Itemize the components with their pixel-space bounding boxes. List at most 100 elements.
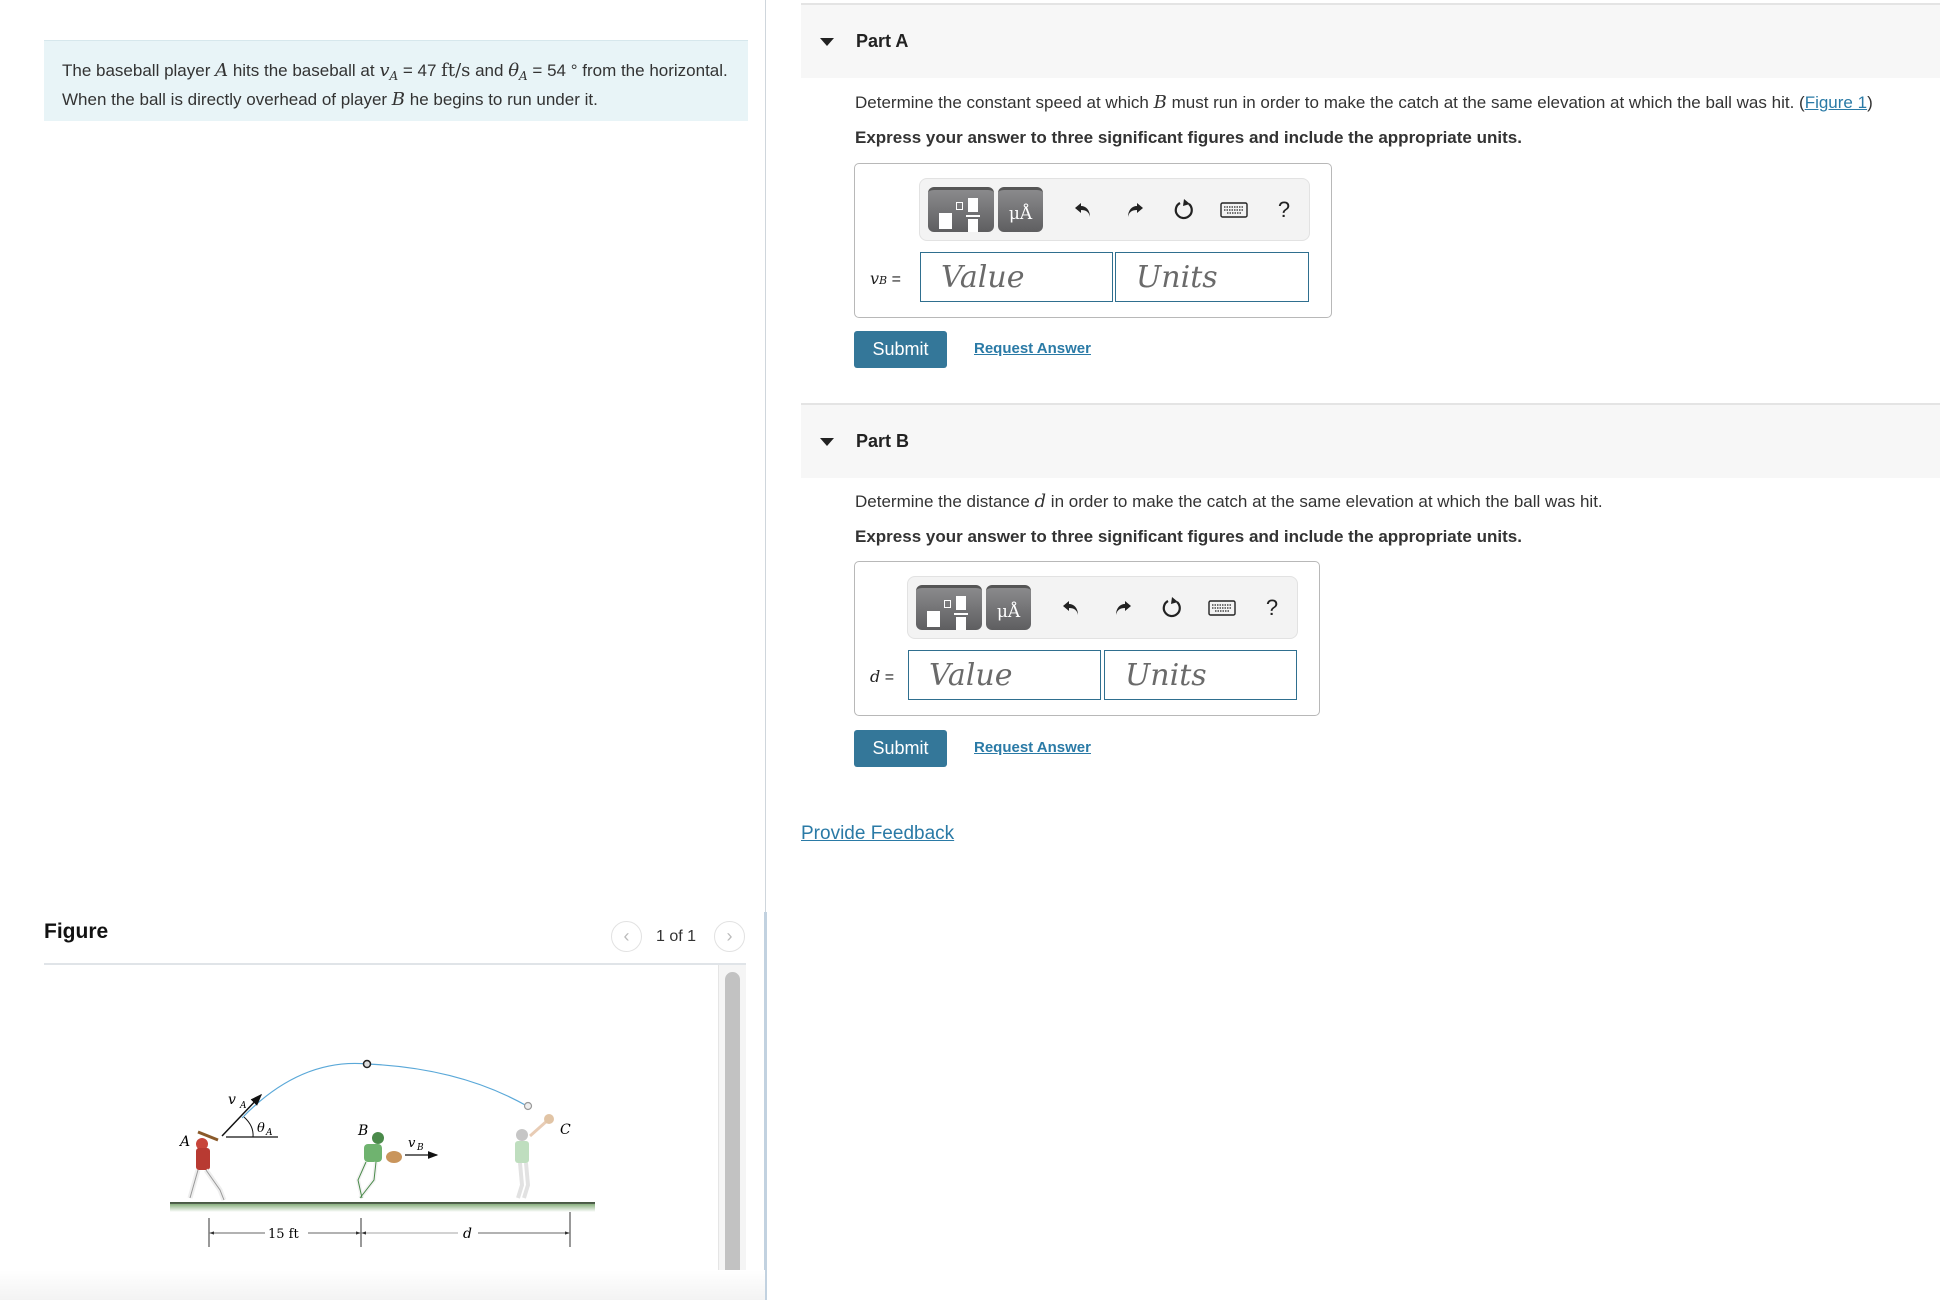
figure-counter: 1 of 1 [656, 928, 697, 945]
label-var: d [870, 667, 881, 686]
part-b-title: Part B [856, 431, 910, 451]
ball-trajectory [241, 1062, 528, 1119]
theta-label: θ [257, 1121, 265, 1136]
figure-next-button[interactable]: › [714, 921, 745, 952]
part-a-title: Part A [856, 31, 909, 51]
part-a-header[interactable]: Part A [801, 3, 1940, 78]
vb-sub-label: B [416, 1143, 424, 1153]
part-b-header[interactable]: Part B [801, 403, 1940, 478]
help-icon: ? [1277, 196, 1291, 222]
part-a-answer-label: vB = [870, 269, 901, 289]
redo-icon [1116, 600, 1131, 615]
problem-text: and [470, 61, 509, 80]
redo-button[interactable] [1109, 199, 1159, 221]
redo-button[interactable] [1097, 597, 1147, 619]
figure-divider [44, 963, 746, 965]
keyboard-icon [1220, 201, 1248, 218]
dim-15ft-label: 15 ft [268, 1227, 299, 1242]
bottom-edge [0, 1270, 765, 1300]
prompt-text: Determine the distance [855, 492, 1035, 511]
vb-label: v [408, 1136, 416, 1151]
label-a: A [178, 1134, 190, 1150]
part-a-instruction: Express your answer to three significant… [855, 128, 1522, 147]
part-b-submit-button[interactable]: Submit [854, 730, 947, 767]
label-eq: = [887, 271, 901, 288]
keyboard-button[interactable] [1197, 599, 1247, 616]
prompt-text: ) [1867, 93, 1873, 112]
templates-button[interactable] [916, 585, 982, 630]
angle-arc [243, 1116, 254, 1138]
chevron-right-icon: › [726, 926, 733, 946]
figure-scrollbar-thumb[interactable] [725, 972, 740, 1300]
label-c: C [560, 1122, 571, 1138]
reset-button[interactable] [1159, 198, 1209, 222]
undo-button[interactable] [1059, 199, 1109, 221]
reset-icon [1162, 596, 1181, 617]
undo-button[interactable] [1047, 597, 1097, 619]
player-c-figure [515, 1114, 554, 1199]
dim-d-label: d [463, 1226, 472, 1242]
part-b-value-input[interactable] [908, 650, 1101, 700]
theta-sub: A [519, 69, 528, 83]
ball-catch [523, 1101, 533, 1111]
problem-statement: The baseball player A hits the baseball … [44, 40, 748, 121]
column-resize-handle[interactable] [764, 912, 767, 1300]
templates-button[interactable] [928, 187, 994, 232]
part-b-request-answer-link[interactable]: Request Answer [974, 739, 1091, 756]
label-eq: = [880, 669, 895, 686]
help-icon: ? [1265, 594, 1279, 620]
part-a-submit-button[interactable]: Submit [854, 331, 947, 368]
label-sub: B [879, 274, 888, 287]
reset-icon [1174, 198, 1193, 219]
ball-apex [362, 1059, 372, 1069]
figure-1-link[interactable]: Figure 1 [1805, 93, 1867, 112]
part-a-request-answer-link[interactable]: Request Answer [974, 340, 1091, 357]
units-button[interactable]: μÅ [986, 585, 1031, 630]
part-b-answer-label: d = [870, 667, 894, 687]
va-sub: A [389, 69, 399, 83]
va-label: v [228, 1092, 236, 1108]
va-var: v [379, 60, 390, 81]
part-a-math-toolbar: μÅ ? [919, 178, 1310, 241]
theta-sub-label: A [265, 1128, 273, 1138]
theta-var: θ [508, 60, 520, 81]
prompt-text: Determine the constant speed at which [855, 93, 1154, 112]
figure-image: v A θ A A B v B C 15 ft d [170, 1059, 595, 1247]
part-a-value-input[interactable] [920, 252, 1113, 302]
va-value: = 47 [398, 61, 442, 80]
part-a-prompt: Determine the constant speed at which B … [855, 92, 1873, 113]
prompt-text: must run in order to make the catch at t… [1166, 93, 1805, 112]
label-var: v [870, 269, 880, 288]
redo-icon [1128, 202, 1143, 217]
figure-title: Figure [44, 920, 109, 943]
part-a-units-input[interactable] [1115, 252, 1309, 302]
prompt-text: in order to make the catch at the same e… [1046, 492, 1603, 511]
undo-icon [1075, 202, 1090, 217]
theta-value: = 54 ° [527, 61, 578, 80]
part-b-prompt: Determine the distance d in order to mak… [855, 491, 1603, 512]
provide-feedback-link[interactable]: Provide Feedback [801, 823, 954, 845]
keyboard-icon [1208, 599, 1236, 616]
reset-button[interactable] [1147, 596, 1197, 620]
part-b-math-toolbar: μÅ ? [907, 576, 1298, 639]
column-divider [765, 0, 766, 912]
problem-text: The baseball player [62, 61, 216, 80]
part-b-instruction: Express your answer to three significant… [855, 527, 1522, 546]
help-button[interactable]: ? [1247, 595, 1297, 621]
player-b-figure [355, 1132, 402, 1200]
units-button[interactable]: μÅ [998, 187, 1043, 232]
figure-prev-button[interactable]: ‹ [611, 921, 642, 952]
help-button[interactable]: ? [1259, 197, 1309, 223]
collapse-triangle-icon [820, 437, 834, 446]
keyboard-button[interactable] [1209, 201, 1259, 218]
va-sub-label: A [239, 1101, 247, 1111]
collapse-triangle-icon [820, 37, 834, 46]
part-b-units-input[interactable] [1104, 650, 1297, 700]
player-a-var: A [215, 60, 229, 81]
label-b: B [357, 1123, 368, 1139]
part-a-answer-box: μÅ ? vB = [854, 163, 1332, 318]
va-units: ft/s [441, 60, 471, 81]
player-b-var: B [391, 89, 406, 110]
prompt-var: B [1153, 92, 1167, 113]
problem-text: he begins to run under it. [405, 90, 598, 109]
